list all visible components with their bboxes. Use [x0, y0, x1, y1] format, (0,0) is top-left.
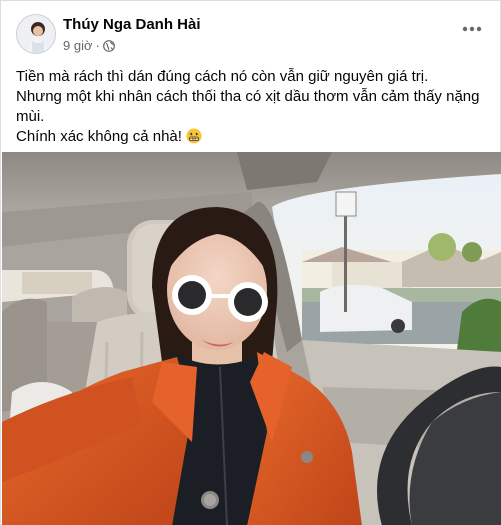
- avatar-image: [17, 15, 55, 53]
- post-line-3-text: Chính xác không cả nhà!: [16, 128, 182, 145]
- author-avatar[interactable]: [16, 14, 56, 54]
- author-name[interactable]: Thúy Nga Danh Hài: [63, 16, 201, 33]
- meta-separator: ·: [95, 38, 100, 53]
- post-header: Thúy Nga Danh Hài 9 giờ ·: [1, 1, 501, 59]
- post-line-3: Chính xác không cả nhà!: [16, 127, 486, 147]
- post-message: Tiền mà rách thì dán đúng cách nó còn vẫ…: [16, 67, 486, 147]
- post-photo[interactable]: [2, 152, 501, 525]
- post-line-2: Nhưng một khi nhân cách thối tha có xịt …: [16, 88, 480, 125]
- car-selfie-image: [2, 152, 501, 525]
- post-time[interactable]: 9 giờ: [63, 38, 93, 53]
- post-meta: 9 giờ ·: [63, 38, 115, 53]
- grimacing-face-emoji: [186, 128, 202, 144]
- facebook-post-card: Thúy Nga Danh Hài 9 giờ · Tiền mà rách t…: [0, 0, 501, 525]
- post-line-1: Tiền mà rách thì dán đúng cách nó còn vẫ…: [16, 68, 429, 85]
- globe-icon[interactable]: [102, 39, 115, 52]
- more-options-icon[interactable]: [460, 21, 484, 37]
